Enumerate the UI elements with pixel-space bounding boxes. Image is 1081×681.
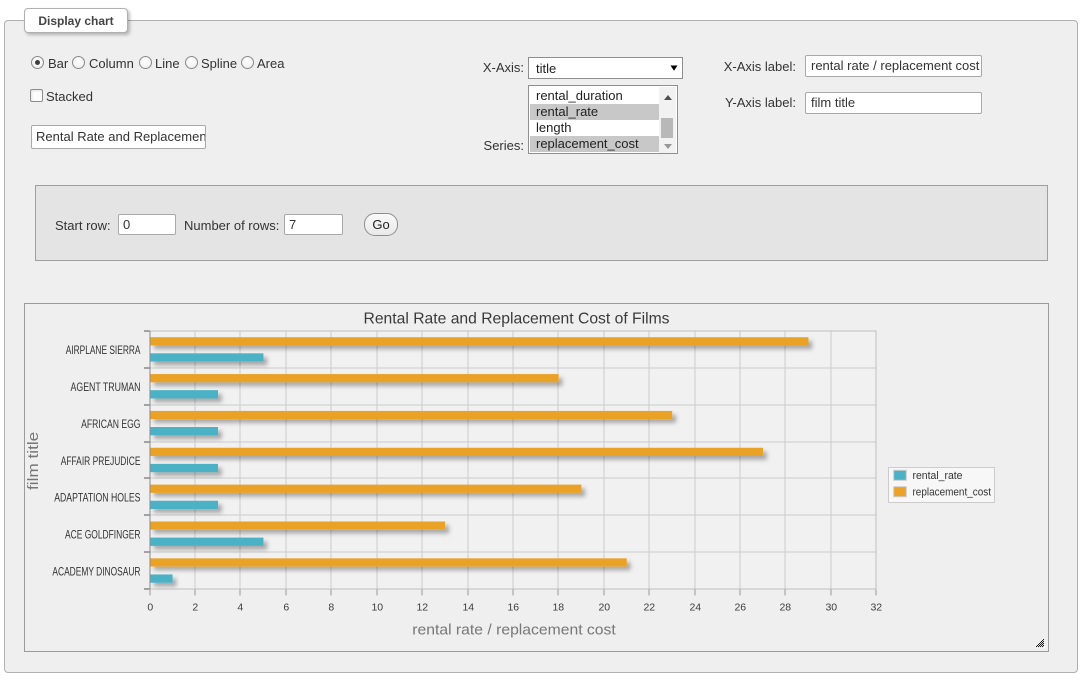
svg-text:12: 12 xyxy=(416,601,428,613)
svg-text:4: 4 xyxy=(237,601,243,613)
svg-text:replacement_cost: replacement_cost xyxy=(913,486,992,498)
svg-text:2: 2 xyxy=(192,601,198,613)
svg-text:28: 28 xyxy=(779,601,791,613)
svg-text:18: 18 xyxy=(552,601,564,613)
svg-text:ACE GOLDFINGER: ACE GOLDFINGER xyxy=(65,530,141,542)
svg-text:8: 8 xyxy=(328,601,334,613)
svg-text:14: 14 xyxy=(462,601,474,613)
svg-text:20: 20 xyxy=(598,601,610,613)
svg-text:16: 16 xyxy=(507,601,519,613)
svg-text:26: 26 xyxy=(734,601,746,613)
svg-text:22: 22 xyxy=(643,601,655,613)
svg-text:AFFAIR PREJUDICE: AFFAIR PREJUDICE xyxy=(61,456,141,468)
svg-text:30: 30 xyxy=(825,601,837,613)
svg-text:ACADEMY DINOSAUR: ACADEMY DINOSAUR xyxy=(52,566,140,578)
svg-text:Rental Rate and Replacement Co: Rental Rate and Replacement Cost of Film… xyxy=(364,310,670,327)
svg-text:AFRICAN EGG: AFRICAN EGG xyxy=(81,419,140,431)
svg-text:AGENT TRUMAN: AGENT TRUMAN xyxy=(71,382,141,394)
svg-text:AIRPLANE SIERRA: AIRPLANE SIERRA xyxy=(66,345,141,357)
svg-text:rental_rate: rental_rate xyxy=(913,470,963,482)
svg-text:32: 32 xyxy=(870,601,882,613)
svg-text:10: 10 xyxy=(371,601,383,613)
svg-text:rental rate / replacement cost: rental rate / replacement cost xyxy=(412,622,616,639)
svg-text:ADAPTATION HOLES: ADAPTATION HOLES xyxy=(54,493,141,505)
svg-text:24: 24 xyxy=(689,601,701,613)
svg-text:0: 0 xyxy=(147,601,153,613)
svg-text:film title: film title xyxy=(26,432,42,490)
svg-text:6: 6 xyxy=(283,601,289,613)
